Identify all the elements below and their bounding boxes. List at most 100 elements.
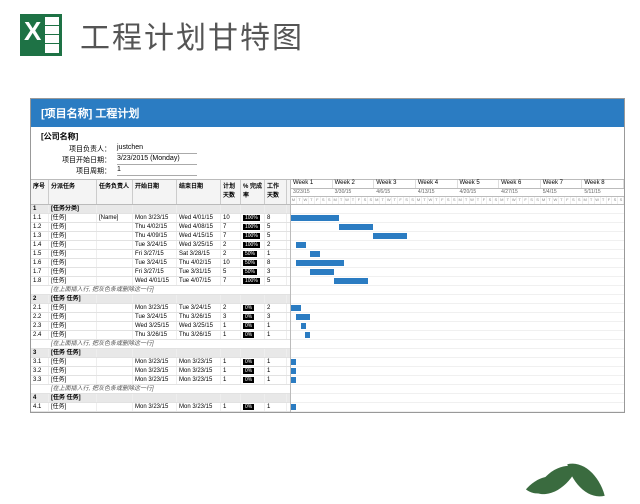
week-cell: Week 4	[416, 180, 458, 188]
gantt-row	[291, 232, 624, 241]
note-row: [在上面插入行, 把灰色条或删除这一行]	[31, 340, 290, 349]
col-owner: 任务负责人	[97, 180, 133, 204]
gantt-row	[291, 385, 624, 394]
col-work: 工作 天数	[265, 180, 287, 204]
col-start: 开始日期	[133, 180, 177, 204]
gantt-row	[291, 403, 624, 412]
week-cell: Week 1	[291, 180, 333, 188]
week-cell: Week 6	[499, 180, 541, 188]
task-row[interactable]: 1.3[任务]Thu 4/09/15Wed 4/15/157100%5	[31, 232, 290, 241]
page-title: 工程计划甘特图	[80, 13, 304, 57]
week-cell: Week 2	[333, 180, 375, 188]
spreadsheet: [项目名称] 工程计划 [公司名称] 项目负责人： justchen项目开始日期：…	[30, 98, 625, 413]
task-row[interactable]: 1.1[任务][Name]Mon 3/23/15Wed 4/01/1510100…	[31, 214, 290, 223]
gantt-main: 序号 分派任务 任务负责人 开始日期 结束日期 计划 天数 % 完成率 工作 天…	[31, 179, 624, 412]
excel-icon	[20, 14, 62, 56]
note-row: [在上面插入行, 把灰色条或删除这一行]	[31, 385, 290, 394]
col-pct: % 完成率	[241, 180, 265, 204]
week-cell: Week 5	[458, 180, 500, 188]
date-cell: 3/30/15	[333, 189, 375, 196]
task-row[interactable]: 4.1[任务]Mon 3/23/15Mon 3/23/1510%1	[31, 403, 290, 412]
date-cell: 5/4/15	[541, 189, 583, 196]
col-task: 分派任务	[49, 180, 97, 204]
gantt-bar[interactable]	[301, 323, 306, 329]
day-header: MTWTFSSMTWTFSSMTWTFSSMTWTFSSMTWTFSSMTWTF…	[291, 197, 624, 205]
task-row[interactable]: 1.5[任务]Fri 3/27/15Sat 3/28/15250%1	[31, 250, 290, 259]
gantt-row	[291, 214, 624, 223]
task-row[interactable]: 3.1[任务]Mon 3/23/15Mon 3/23/1510%1	[31, 358, 290, 367]
meta-row: 项目开始日期：3/23/2015 (Monday)	[41, 155, 614, 165]
gantt-row	[291, 286, 624, 295]
gantt-row	[291, 367, 624, 376]
week-cell: Week 7	[541, 180, 583, 188]
task-row[interactable]: 1.6[任务]Tue 3/24/15Thu 4/02/151050%8	[31, 259, 290, 268]
date-cell: 5/11/15	[582, 189, 624, 196]
table-header: 序号 分派任务 任务负责人 开始日期 结束日期 计划 天数 % 完成率 工作 天…	[31, 179, 290, 205]
project-header: [项目名称] 工程计划	[31, 99, 624, 127]
gantt-row	[291, 268, 624, 277]
gantt-bar[interactable]	[296, 314, 310, 320]
gantt-row	[291, 259, 624, 268]
day-cell: S	[618, 197, 624, 204]
gantt-bar[interactable]	[291, 359, 296, 365]
week-header: Week 1Week 2Week 3Week 4Week 5Week 6Week…	[291, 179, 624, 189]
gantt-row	[291, 340, 624, 349]
gantt-bar[interactable]	[291, 305, 301, 311]
task-row[interactable]: 2.4[任务]Thu 3/26/15Thu 3/26/1510%1	[31, 331, 290, 340]
page-header: 工程计划甘特图	[0, 0, 640, 70]
gantt-bar[interactable]	[305, 332, 310, 338]
gantt-row	[291, 331, 624, 340]
gantt-bar[interactable]	[310, 251, 320, 257]
gantt-bar[interactable]	[291, 377, 296, 383]
task-row[interactable]: 3.3[任务]Mon 3/23/15Mon 3/23/1510%1	[31, 376, 290, 385]
task-row[interactable]: 2.2[任务]Tue 3/24/15Thu 3/26/1530%3	[31, 313, 290, 322]
plant-decoration	[520, 450, 610, 500]
section-row: 4[任务 任务]	[31, 394, 290, 403]
meta-row: 项目周期：1	[41, 166, 614, 176]
task-row[interactable]: 1.7[任务]Fri 3/27/15Tue 3/31/15550%3	[31, 268, 290, 277]
gantt-row	[291, 241, 624, 250]
gantt-row	[291, 313, 624, 322]
gantt-bar[interactable]	[291, 368, 296, 374]
task-row[interactable]: 3.2[任务]Mon 3/23/15Mon 3/23/1510%1	[31, 367, 290, 376]
date-cell: 4/13/15	[416, 189, 458, 196]
gantt-row	[291, 277, 624, 286]
week-cell: Week 8	[582, 180, 624, 188]
date-cell: 3/23/15	[291, 189, 333, 196]
date-cell: 4/27/15	[499, 189, 541, 196]
gantt-bar[interactable]	[373, 233, 407, 239]
meta-value: 3/23/2015 (Monday)	[117, 155, 197, 165]
gantt-bar[interactable]	[339, 224, 373, 230]
gantt-row	[291, 394, 624, 403]
task-row[interactable]: 2.1[任务]Mon 3/23/15Tue 3/24/1520%2	[31, 304, 290, 313]
gantt-bars	[291, 205, 624, 412]
note-row: [在上面插入行, 把灰色条或删除这一行]	[31, 286, 290, 295]
meta-label: 项目周期：	[41, 166, 111, 176]
gantt-row	[291, 322, 624, 331]
company-name: [公司名称]	[41, 131, 614, 142]
meta-label: 项目负责人：	[41, 144, 111, 154]
gantt-bar[interactable]	[296, 242, 306, 248]
gantt-bar[interactable]	[310, 269, 334, 275]
week-cell: Week 3	[374, 180, 416, 188]
task-row[interactable]: 2.3[任务]Wed 3/25/15Wed 3/25/1510%1	[31, 322, 290, 331]
gantt-row	[291, 304, 624, 313]
task-row[interactable]: 1.8[任务]Wed 4/01/15Tue 4/07/157100%5	[31, 277, 290, 286]
section-row: 3[任务 任务]	[31, 349, 290, 358]
task-row[interactable]: 1.2[任务]Thu 4/02/15Wed 4/08/157100%5	[31, 223, 290, 232]
col-num: 序号	[31, 180, 49, 204]
gantt-row	[291, 376, 624, 385]
gantt-bar[interactable]	[334, 278, 368, 284]
date-cell: 4/6/15	[374, 189, 416, 196]
gantt-bar[interactable]	[296, 260, 344, 266]
gantt-row	[291, 223, 624, 232]
gantt-timeline: Week 1Week 2Week 3Week 4Week 5Week 6Week…	[291, 179, 624, 412]
gantt-row	[291, 358, 624, 367]
date-header: 3/23/153/30/154/6/154/13/154/20/154/27/1…	[291, 189, 624, 197]
section-row: 2[任务 任务]	[31, 295, 290, 304]
gantt-bar[interactable]	[291, 215, 339, 221]
gantt-bar[interactable]	[291, 404, 296, 410]
meta-value: justchen	[117, 144, 197, 154]
task-row[interactable]: 1.4[任务]Tue 3/24/15Wed 3/25/152100%2	[31, 241, 290, 250]
task-table: 序号 分派任务 任务负责人 开始日期 结束日期 计划 天数 % 完成率 工作 天…	[31, 179, 291, 412]
